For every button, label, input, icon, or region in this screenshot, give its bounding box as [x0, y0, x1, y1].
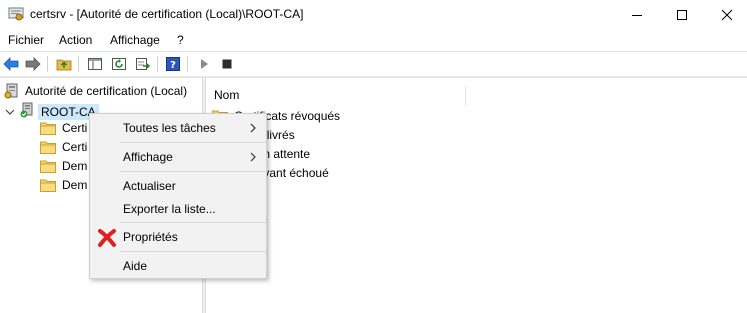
tree-child-label: Certi: [62, 140, 88, 154]
menu-action[interactable]: Action: [59, 33, 92, 47]
menu-item-label: Actualiser: [123, 179, 176, 193]
toolbar-separator: [187, 56, 188, 72]
tree-item-child[interactable]: Certi: [40, 140, 87, 154]
menu-help[interactable]: ?: [177, 33, 184, 47]
toolbar-separator: [47, 56, 48, 72]
ca-server-check-icon: [19, 102, 35, 121]
maximize-button[interactable]: [659, 0, 705, 29]
tree-child-label: Dem: [62, 178, 88, 192]
menu-affichage[interactable]: Affichage: [110, 33, 160, 47]
export-list-button[interactable]: [134, 55, 152, 73]
menu-item-export-list[interactable]: Exporter la liste...: [90, 198, 266, 220]
up-folder-button[interactable]: [55, 55, 73, 73]
menu-item-label: Aide: [123, 259, 148, 273]
help-icon: ?: [166, 57, 180, 71]
menu-item-label: Affichage: [123, 150, 173, 164]
tree-item-local-ca[interactable]: Autorité de certification (Local): [4, 83, 187, 99]
back-arrow-icon: [3, 57, 19, 71]
minimize-button[interactable]: [614, 0, 660, 29]
stop-service-icon: [222, 59, 232, 69]
help-button[interactable]: ?: [164, 55, 182, 73]
certificate-authority-icon: [4, 83, 18, 99]
red-x-mark-icon: [97, 228, 117, 248]
tree-item-child[interactable]: Dem: [40, 159, 87, 173]
back-button[interactable]: [2, 55, 20, 73]
forward-button[interactable]: [24, 55, 42, 73]
toolbar-separator: [157, 56, 158, 72]
stop-service-button[interactable]: [218, 55, 236, 73]
forward-arrow-icon: [25, 57, 41, 71]
menu-separator: [120, 251, 266, 252]
menu-item-properties[interactable]: Propriétés: [90, 226, 266, 248]
up-folder-icon: [56, 59, 72, 71]
tree-child-label: Certi: [62, 121, 88, 135]
column-header-name[interactable]: Nom: [206, 86, 466, 106]
tree-child-label: Dem: [62, 159, 88, 173]
export-list-icon: [136, 58, 151, 70]
chevron-right-icon: [248, 151, 258, 163]
folder-icon: [40, 160, 56, 173]
certsrv-app-icon: [8, 7, 24, 21]
menu-item-refresh[interactable]: Actualiser: [90, 175, 266, 197]
svg-text:?: ?: [170, 60, 176, 71]
menu-item-label: Exporter la liste...: [123, 202, 216, 216]
folder-icon: [40, 179, 56, 192]
tree-item-child[interactable]: Dem: [40, 178, 87, 192]
tree-item-child[interactable]: Certi: [40, 121, 87, 135]
menu-item-label: Toutes les tâches: [123, 121, 216, 135]
menu-fichier[interactable]: Fichier: [8, 33, 44, 47]
close-button[interactable]: [704, 0, 747, 29]
menu-item-all-tasks[interactable]: Toutes les tâches: [90, 117, 266, 139]
tree-item-root-ca[interactable]: ROOT-CA: [4, 102, 99, 121]
folder-icon: [40, 141, 56, 154]
start-service-button[interactable]: [195, 55, 213, 73]
minimize-icon: [632, 14, 642, 16]
column-header-label: Nom: [214, 88, 240, 102]
menu-bar: Fichier Action Affichage ?: [0, 29, 747, 51]
menu-separator: [120, 222, 266, 223]
menu-separator: [120, 142, 266, 143]
refresh-icon: [112, 58, 126, 70]
results-list: Nom Certificats révoqués ats délivrés de…: [206, 78, 747, 313]
folder-icon: [40, 122, 56, 135]
window-title: certsrv - [Autorité de certification (Lo…: [30, 7, 304, 21]
chevron-down-icon[interactable]: [4, 106, 16, 118]
refresh-button[interactable]: [110, 55, 128, 73]
maximize-icon: [677, 9, 687, 20]
menu-item-label: Propriétés: [123, 230, 178, 244]
start-service-icon: [201, 59, 208, 69]
toolbar-separator: [78, 56, 79, 72]
close-icon: [721, 9, 733, 20]
chevron-right-icon: [248, 122, 258, 134]
toolbar: ?: [0, 52, 747, 76]
show-hide-tree-icon: [88, 58, 102, 70]
show-hide-tree-button[interactable]: [86, 55, 104, 73]
menu-item-help[interactable]: Aide: [90, 255, 266, 277]
menu-separator: [120, 171, 266, 172]
menu-item-view[interactable]: Affichage: [90, 146, 266, 168]
tree-root-label: Autorité de certification (Local): [25, 84, 188, 98]
title-bar: certsrv - [Autorité de certification (Lo…: [0, 0, 747, 29]
context-menu: Toutes les tâches Affichage Actualiser E…: [89, 113, 267, 279]
